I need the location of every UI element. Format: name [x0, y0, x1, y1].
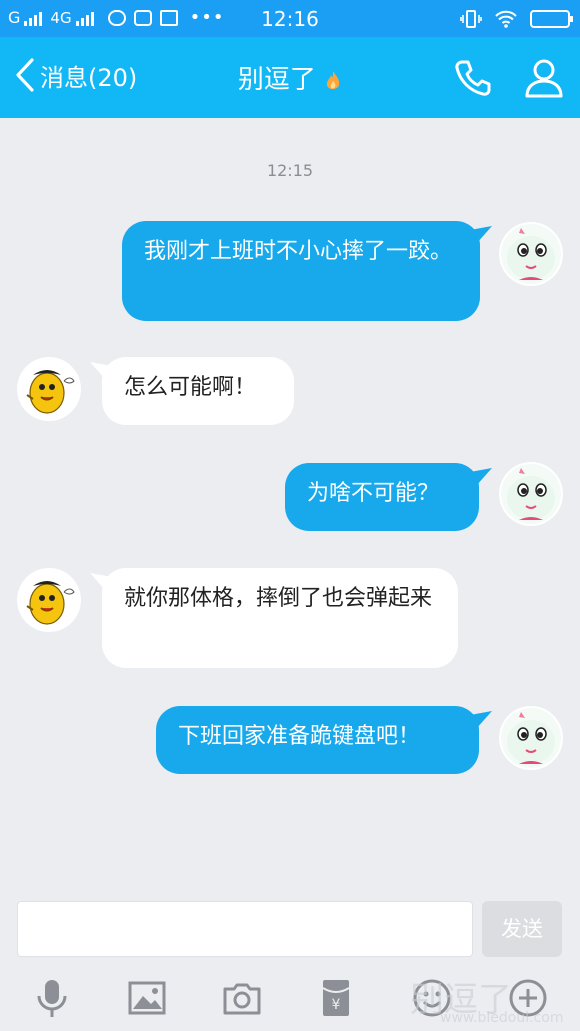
avatar-me[interactable] — [499, 462, 563, 526]
message-bubble-received[interactable]: 就你那体格，摔倒了也会弹起来 — [102, 568, 458, 668]
profile-icon[interactable] — [524, 57, 564, 99]
flame-icon — [326, 70, 340, 89]
microphone-icon[interactable] — [30, 976, 74, 1020]
image-icon[interactable] — [125, 976, 169, 1020]
message-text: 下班回家准备跪键盘吧！ — [178, 724, 421, 749]
message-bubble-received[interactable]: 怎么可能啊！ — [102, 357, 294, 425]
bubble-tail — [470, 468, 492, 486]
message-text: 为啥不可能？ — [307, 481, 440, 506]
input-toolbar: ¥ — [0, 968, 580, 1031]
message-text: 我刚才上班时不小心摔了一跤。 — [144, 239, 453, 264]
emoji-icon[interactable] — [410, 976, 454, 1020]
message-text: 就你那体格，摔倒了也会弹起来 — [124, 586, 433, 611]
title-bar: 消息(20) 别逗了 — [0, 37, 580, 118]
phone-call-icon[interactable] — [452, 57, 494, 99]
send-button[interactable]: 发送 — [482, 901, 562, 957]
camera-icon[interactable] — [220, 976, 264, 1020]
message-bubble-sent[interactable]: 为啥不可能？ — [285, 463, 479, 531]
bubble-tail — [470, 711, 492, 729]
avatar-friend[interactable] — [17, 357, 81, 421]
red-packet-icon[interactable]: ¥ — [314, 976, 358, 1020]
avatar-friend[interactable] — [17, 568, 81, 632]
plus-icon[interactable] — [506, 976, 550, 1020]
chat-title-text: 别逗了 — [237, 65, 316, 95]
battery-icon — [530, 10, 573, 28]
wifi-icon — [495, 10, 517, 28]
message-text: 怎么可能啊！ — [124, 375, 257, 400]
message-input[interactable] — [17, 901, 473, 957]
vibrate-icon — [460, 10, 482, 28]
status-right — [460, 9, 573, 29]
message-bubble-sent[interactable]: 下班回家准备跪键盘吧！ — [156, 706, 479, 774]
avatar-me[interactable] — [499, 706, 563, 770]
bubble-tail — [470, 226, 492, 244]
avatar-me[interactable] — [499, 222, 563, 286]
svg-text:¥: ¥ — [332, 997, 341, 1013]
status-bar: G 4G ••• 12:16 — [0, 0, 580, 37]
message-timestamp: 12:15 — [266, 161, 314, 180]
message-bubble-sent[interactable]: 我刚才上班时不小心摔了一跤。 — [122, 221, 480, 321]
